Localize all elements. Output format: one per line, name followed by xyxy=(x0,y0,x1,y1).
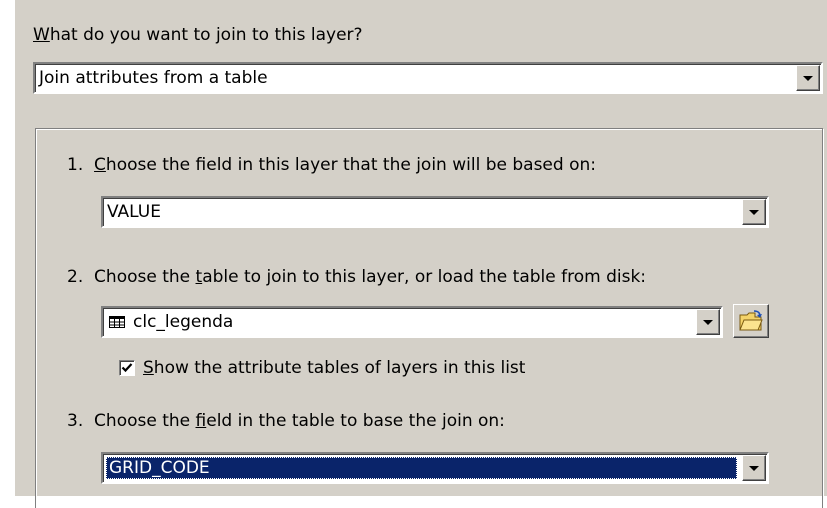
table-field-dropdown-button[interactable] xyxy=(742,455,766,481)
table-field-value: GRID_CODE xyxy=(106,457,737,479)
join-table-value-wrap: clc_legenda xyxy=(109,311,233,333)
step3-mnemonic: f xyxy=(195,411,207,431)
layer-field-dropdown-button[interactable] xyxy=(742,199,766,225)
join-type-value: Join attributes from a table xyxy=(39,68,268,88)
layer-field-value: VALUE xyxy=(107,202,161,222)
join-question-label: What do you want to join to this layer? xyxy=(33,24,363,46)
join-table-value: clc_legenda xyxy=(133,312,234,332)
step2-label: 2. Choose the table to join to this laye… xyxy=(67,266,646,288)
show-attribute-tables-label[interactable]: Show the attribute tables of layers in t… xyxy=(143,357,525,379)
step3-label: 3. Choose the field in the table to base… xyxy=(67,410,505,432)
browse-table-button[interactable] xyxy=(733,304,769,338)
join-question-text: hat do you want to join to this layer? xyxy=(49,25,363,45)
step1-label: 1. Choose the field in this layer that t… xyxy=(67,154,596,176)
join-question-mnemonic: W xyxy=(33,25,50,45)
join-type-combobox[interactable]: Join attributes from a table xyxy=(33,62,823,94)
layer-field-combobox[interactable]: VALUE xyxy=(101,196,769,228)
checkmark-icon xyxy=(121,363,133,373)
step1-mnemonic: C xyxy=(94,155,106,175)
join-table-combobox[interactable]: clc_legenda xyxy=(101,306,723,338)
join-data-dialog: What do you want to join to this layer? … xyxy=(14,0,827,508)
step1-number: 1. xyxy=(67,155,84,175)
step2-text-before: Choose the xyxy=(94,267,196,287)
table-icon xyxy=(109,316,125,328)
checkbox-text: how the attribute tables of layers in th… xyxy=(153,358,526,378)
step2-number: 2. xyxy=(67,267,84,287)
step3-text-before: Choose the xyxy=(94,411,196,431)
step3-number: 3. xyxy=(67,411,84,431)
step1-text: hoose the field in this layer that the j… xyxy=(105,155,596,175)
step3-text-after: ield in the table to base the join on: xyxy=(206,411,505,431)
join-type-dropdown-button[interactable] xyxy=(796,65,820,91)
checkbox-mnemonic: S xyxy=(143,358,154,378)
open-folder-icon xyxy=(739,310,763,331)
join-table-dropdown-button[interactable] xyxy=(696,309,720,335)
table-field-combobox[interactable]: GRID_CODE xyxy=(101,452,769,484)
step2-text-after: able to join to this layer, or load the … xyxy=(202,267,647,287)
show-attribute-tables-checkbox[interactable] xyxy=(119,360,135,376)
